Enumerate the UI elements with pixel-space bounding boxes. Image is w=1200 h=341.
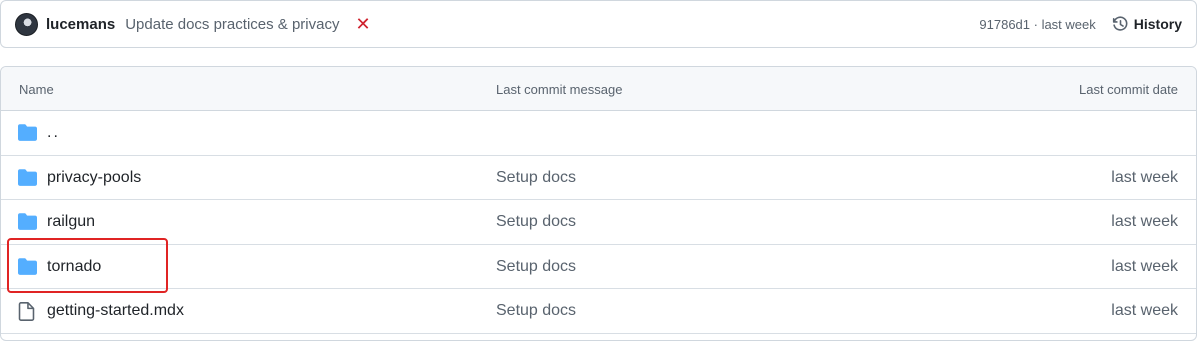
failed-status-icon[interactable]: ✕: [355, 15, 370, 33]
table-row-getting-started[interactable]: getting-started.mdx Setup docs last week: [1, 289, 1196, 334]
folder-icon: [18, 213, 37, 230]
file-name-link[interactable]: ..: [47, 124, 60, 142]
table-header: Name Last commit message Last commit dat…: [1, 67, 1196, 111]
commit-author[interactable]: lucemans: [46, 16, 115, 33]
commit-message-link[interactable]: Setup docs: [496, 258, 576, 276]
header-last-commit-date: Last commit date: [1079, 82, 1178, 97]
history-button[interactable]: History: [1112, 15, 1182, 33]
table-row-railgun[interactable]: railgun Setup docs last week: [1, 200, 1196, 245]
table-row-parent-directory[interactable]: ..: [1, 111, 1196, 156]
commit-message-link[interactable]: Setup docs: [496, 213, 576, 231]
folder-icon: [18, 124, 37, 141]
file-name-link[interactable]: tornado: [47, 258, 101, 276]
commit-date: last week: [1111, 302, 1178, 319]
file-icon: [18, 302, 35, 321]
commit-date: last week: [1111, 213, 1178, 230]
folder-icon: [18, 168, 37, 186]
commit-message-link[interactable]: Setup docs: [496, 169, 576, 187]
history-label: History: [1133, 16, 1182, 32]
latest-commit-bar: lucemans Update docs practices & privacy…: [0, 0, 1197, 48]
commit-message-link[interactable]: Update docs practices & privacy: [125, 16, 339, 33]
header-last-commit-message: Last commit message: [496, 82, 623, 97]
commit-sha-time[interactable]: 91786d1 · last week: [979, 17, 1095, 32]
table-row-privacy-pools[interactable]: privacy-pools Setup docs last week: [1, 156, 1196, 200]
table-row-tornado[interactable]: tornado Setup docs last week: [1, 245, 1196, 289]
folder-icon: [18, 257, 37, 275]
file-name-link[interactable]: privacy-pools: [47, 169, 141, 187]
file-table: Name Last commit message Last commit dat…: [0, 66, 1197, 341]
file-name-link[interactable]: railgun: [47, 213, 95, 231]
commit-message-link[interactable]: Setup docs: [496, 302, 576, 320]
commit-date: last week: [1111, 257, 1178, 275]
file-name-link[interactable]: getting-started.mdx: [47, 302, 184, 320]
author-avatar[interactable]: [15, 12, 38, 36]
commit-date: last week: [1111, 168, 1178, 186]
history-icon: [1112, 15, 1128, 31]
header-name: Name: [19, 82, 54, 97]
